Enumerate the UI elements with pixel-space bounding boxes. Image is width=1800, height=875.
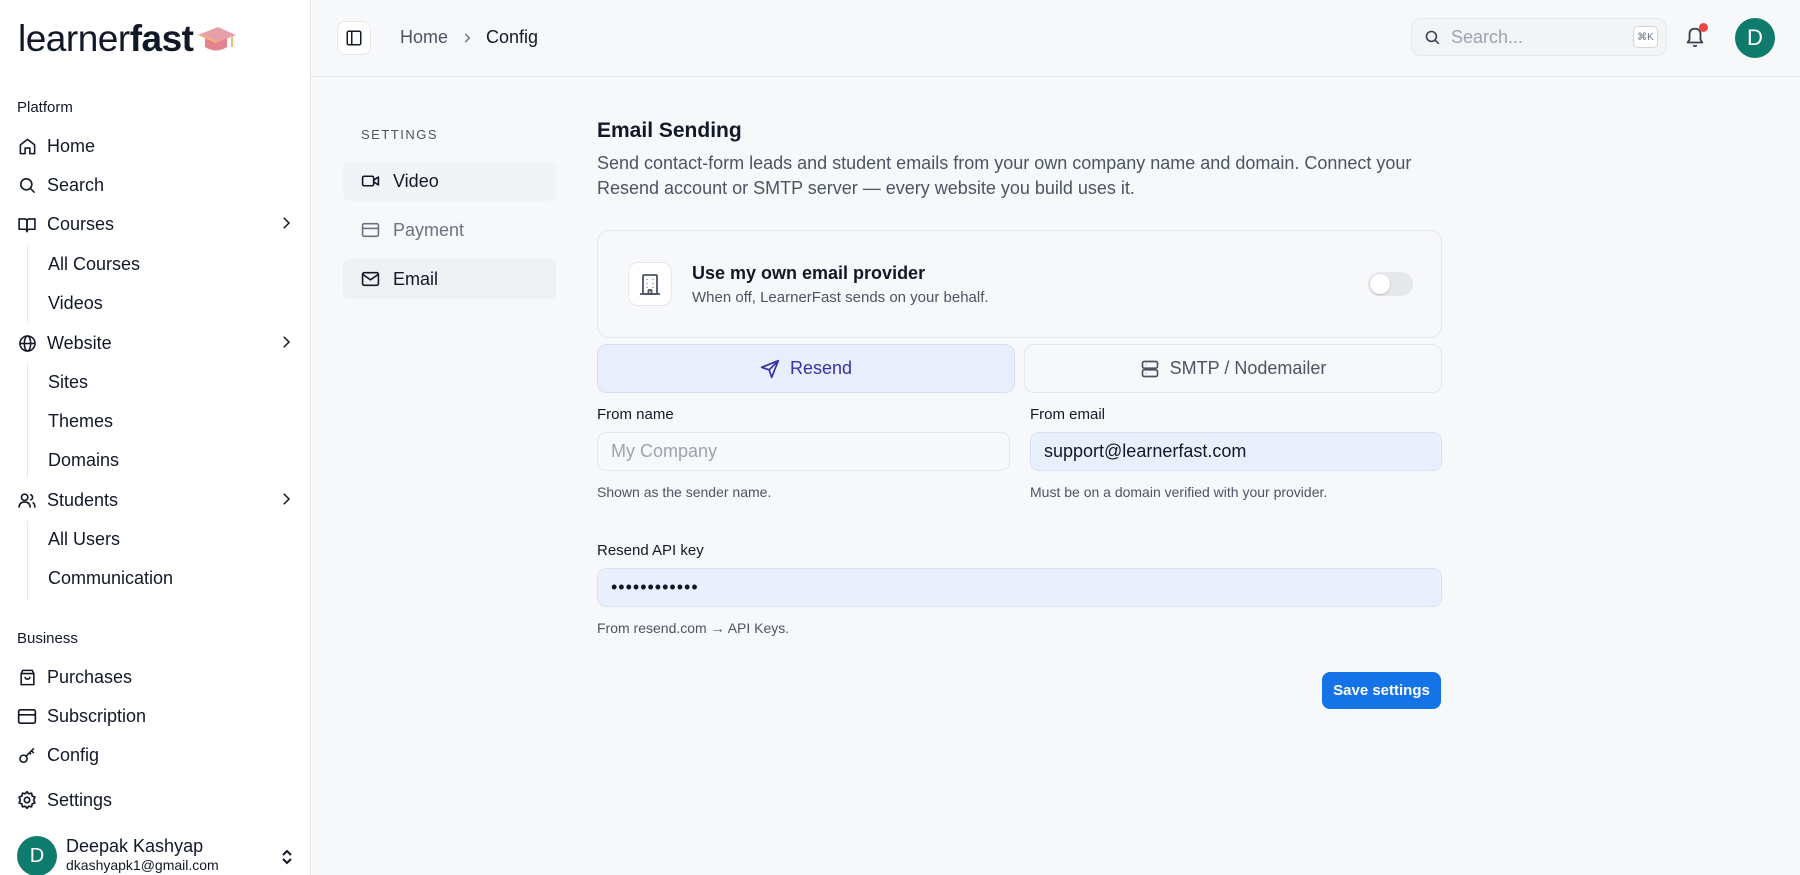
sidebar-item-home[interactable]: Home xyxy=(17,131,295,161)
sidebar-item-domains[interactable]: Domains xyxy=(48,450,119,471)
platform-section-label: Platform xyxy=(17,99,73,116)
gear-icon xyxy=(17,790,37,810)
breadcrumb: Home Config xyxy=(400,27,538,48)
from-email-label: From email xyxy=(1030,406,1106,423)
sidebar-item-label: Courses xyxy=(47,213,115,234)
users-icon xyxy=(17,490,37,510)
from-name-input[interactable]: My Company xyxy=(597,432,1010,471)
shopping-bag-icon xyxy=(17,667,37,687)
topbar: Home Config Search... ⌘K D xyxy=(311,0,1800,77)
page-description: Send contact-form leads and student emai… xyxy=(597,153,1412,198)
avatar: D xyxy=(17,836,57,875)
chevrons-up-down-icon xyxy=(279,848,295,871)
website-submenu-line xyxy=(27,364,28,478)
page-title: Email Sending xyxy=(597,119,742,142)
tab-smtp[interactable]: SMTP / Nodemailer xyxy=(1024,344,1442,393)
sidebar-item-purchases[interactable]: Purchases xyxy=(17,662,295,692)
sidebar-item-label: Purchases xyxy=(47,666,133,687)
chevron-right-icon xyxy=(277,214,295,237)
search-icon xyxy=(1425,30,1440,44)
notifications-button[interactable] xyxy=(1684,23,1708,54)
sidebar-item-communication[interactable]: Communication xyxy=(48,568,173,589)
chevron-right-icon xyxy=(460,31,474,45)
sidebar-item-subscription[interactable]: Subscription xyxy=(17,701,295,731)
breadcrumb-home-link[interactable]: Home xyxy=(400,27,448,48)
user-menu[interactable]: D Deepak Kashyap dkashyapk1@gmail.com xyxy=(17,836,295,875)
search-placeholder: Search... xyxy=(1451,26,1524,47)
sidebar-item-all-users[interactable]: All Users xyxy=(48,529,120,550)
tab-label: SMTP / Nodemailer xyxy=(1169,358,1327,378)
settings-nav-label: Email xyxy=(393,268,439,289)
tab-resend[interactable]: Resend xyxy=(597,344,1015,393)
sidebar-item-label: Website xyxy=(47,332,112,353)
sidebar-item-label: Search xyxy=(47,174,105,195)
chevron-right-icon xyxy=(277,490,295,513)
settings-nav-label: Video xyxy=(393,170,439,191)
from-name-hint: Shown as the sender name. xyxy=(597,484,772,500)
sidebar-item-label: Settings xyxy=(47,789,113,810)
toggle-knob xyxy=(1370,274,1390,294)
own-provider-card: Use my own email provider When off, Lear… xyxy=(597,230,1442,338)
building-icon xyxy=(628,262,672,306)
avatar[interactable]: D xyxy=(1735,18,1775,58)
server-icon xyxy=(1140,359,1160,379)
save-settings-button[interactable]: Save settings xyxy=(1322,672,1441,709)
sidebar-item-all-courses[interactable]: All Courses xyxy=(48,254,140,275)
tab-label: Resend xyxy=(789,358,853,378)
sidebar-item-label: Config xyxy=(47,744,100,765)
credit-card-icon xyxy=(361,222,381,238)
courses-submenu-line xyxy=(27,246,28,322)
send-icon xyxy=(760,359,780,379)
search-shortcut: ⌘K xyxy=(1633,26,1658,48)
settings-nav-payment[interactable]: Payment xyxy=(343,210,556,250)
search-icon xyxy=(17,175,37,195)
chevron-right-icon xyxy=(277,333,295,356)
sidebar-item-themes[interactable]: Themes xyxy=(48,411,113,432)
home-icon xyxy=(17,136,37,156)
sidebar-item-label: Students xyxy=(47,489,119,510)
user-email: dkashyapk1@gmail.com xyxy=(66,856,219,873)
globe-icon xyxy=(17,333,37,353)
sidebar-item-search[interactable]: Search xyxy=(17,170,295,200)
own-provider-toggle[interactable] xyxy=(1368,272,1413,296)
own-provider-subtitle: When off, LearnerFast sends on your beha… xyxy=(692,289,989,306)
credit-card-icon xyxy=(17,706,37,726)
settings-nav-label: Payment xyxy=(393,219,465,240)
sidebar-item-courses[interactable]: Courses xyxy=(17,209,295,239)
mail-icon xyxy=(361,271,381,287)
panel-left-icon xyxy=(346,30,362,46)
from-email-input[interactable]: support@learnerfast.com xyxy=(1030,432,1442,471)
user-name: Deepak Kashyap xyxy=(66,836,204,856)
graduation-cap-icon xyxy=(197,27,236,51)
sidebar-item-sites[interactable]: Sites xyxy=(48,372,88,393)
sidebar-item-videos[interactable]: Videos xyxy=(48,293,103,314)
api-key-input[interactable]: •••••••••••• xyxy=(597,568,1442,607)
students-submenu-line xyxy=(27,521,28,601)
sidebar-item-settings[interactable]: Settings xyxy=(17,785,295,815)
video-icon xyxy=(361,173,381,189)
sidebar-item-label: Subscription xyxy=(47,705,147,726)
sidebar-toggle-button[interactable] xyxy=(337,21,371,55)
sidebar-item-students[interactable]: Students xyxy=(17,485,295,515)
book-open-icon xyxy=(17,214,37,234)
settings-nav-email[interactable]: Email xyxy=(343,259,556,299)
settings-section-label: SETTINGS xyxy=(361,127,439,142)
brand-logo[interactable]: learner fast xyxy=(18,18,236,60)
from-email-hint: Must be on a domain verified with your p… xyxy=(1030,484,1328,500)
sidebar-item-config[interactable]: Config xyxy=(17,740,295,770)
settings-nav-video[interactable]: Video xyxy=(343,161,556,201)
global-search[interactable]: Search... ⌘K xyxy=(1411,18,1667,56)
sidebar: learner fast Platform Home Search Courses… xyxy=(0,0,311,875)
notification-dot xyxy=(1699,23,1708,32)
key-icon xyxy=(17,745,37,765)
from-name-label: From name xyxy=(597,406,674,423)
business-section-label: Business xyxy=(17,630,78,647)
sidebar-item-website[interactable]: Website xyxy=(17,328,295,358)
breadcrumb-current: Config xyxy=(486,27,539,47)
own-provider-title: Use my own email provider xyxy=(692,263,926,283)
api-key-hint: From resend.com → API Keys. xyxy=(597,620,790,636)
api-key-label: Resend API key xyxy=(597,542,704,559)
sidebar-item-label: Home xyxy=(47,135,96,156)
